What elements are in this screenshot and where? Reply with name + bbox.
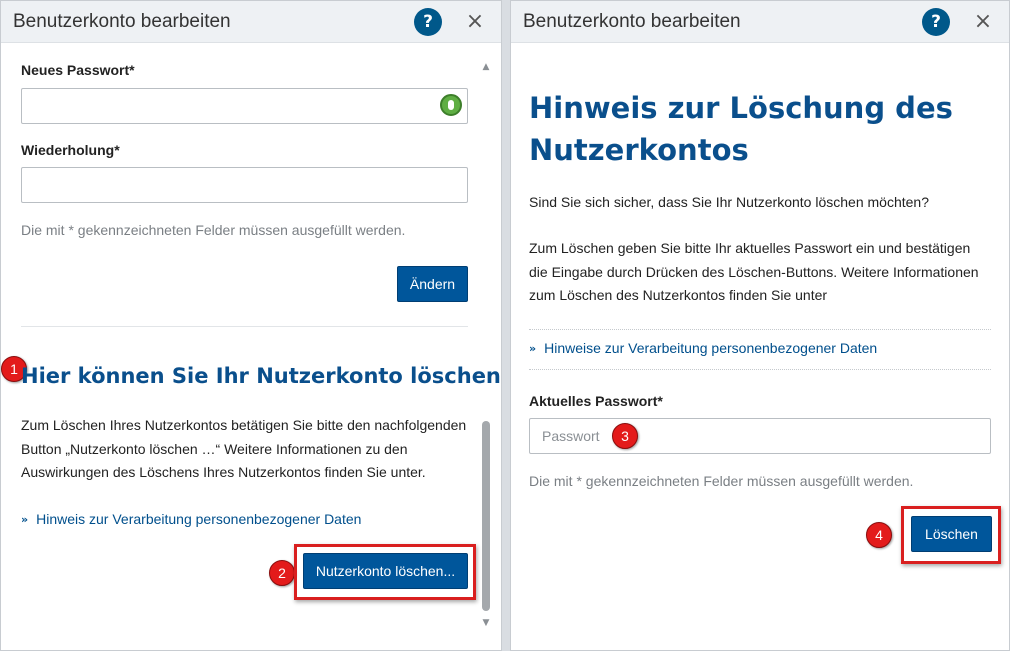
deletion-notice-heading: Hinweis zur Löschung des Nutzerkontos bbox=[529, 91, 953, 167]
privacy-info-link-label[interactable]: Hinweis zur Verarbeitung personenbezogen… bbox=[36, 511, 361, 527]
required-fields-hint: Die mit * gekennzeichneten Felder müssen… bbox=[21, 222, 406, 238]
change-button[interactable]: Ändern bbox=[397, 266, 468, 302]
dialog-titlebar: Benutzerkonto bearbeiten ? × bbox=[511, 1, 1009, 43]
delete-account-dialog-right: Benutzerkonto bearbeiten ? × Hinweis zur… bbox=[510, 0, 1010, 651]
close-icon[interactable]: × bbox=[462, 9, 488, 35]
repeat-password-label: Wiederholung* bbox=[21, 142, 120, 158]
section-divider bbox=[21, 326, 468, 327]
scroll-down-arrow-icon[interactable]: ▼ bbox=[480, 617, 492, 629]
step-marker-4: 4 bbox=[866, 522, 892, 548]
dialog-title: Benutzerkonto bearbeiten bbox=[523, 11, 741, 32]
edit-account-dialog-left: Benutzerkonto bearbeiten ? × Neues Passw… bbox=[0, 0, 502, 651]
help-icon[interactable]: ? bbox=[414, 8, 442, 36]
deletion-instructions: Zum Löschen geben Sie bitte Ihr aktuelle… bbox=[529, 240, 979, 303]
help-icon[interactable]: ? bbox=[922, 8, 950, 36]
password-manager-icon[interactable] bbox=[440, 94, 462, 116]
current-password-input[interactable] bbox=[529, 418, 991, 454]
privacy-info-link[interactable]: » Hinweis zur Verarbeitung personenbezog… bbox=[21, 511, 361, 527]
scroll-up-arrow-icon[interactable]: ▲ bbox=[480, 61, 492, 73]
delete-account-button[interactable]: Nutzerkonto löschen... bbox=[303, 553, 468, 589]
current-password-label: Aktuelles Passwort* bbox=[529, 393, 663, 409]
delete-account-description: Zum Löschen Ihres Nutzerkontos betätigen… bbox=[21, 417, 467, 480]
new-password-input[interactable] bbox=[21, 88, 468, 124]
scrollbar-thumb[interactable] bbox=[482, 421, 490, 611]
required-fields-hint: Die mit * gekennzeichneten Felder müssen… bbox=[529, 473, 914, 489]
chevron-right-icon: » bbox=[529, 341, 537, 355]
dialog-title: Benutzerkonto bearbeiten bbox=[13, 11, 231, 32]
delete-button[interactable]: Löschen bbox=[911, 516, 992, 552]
dialog-titlebar: Benutzerkonto bearbeiten ? × bbox=[1, 1, 501, 43]
privacy-info-link-label[interactable]: Hinweise zur Verarbeitung personenbezoge… bbox=[544, 340, 877, 356]
delete-account-heading: Hier können Sie Ihr Nutzerkonto löschen bbox=[21, 364, 501, 388]
new-password-label: Neues Passwort* bbox=[21, 62, 135, 78]
chevron-right-icon: » bbox=[21, 512, 29, 526]
section-divider bbox=[529, 329, 991, 330]
repeat-password-input[interactable] bbox=[21, 167, 468, 203]
scrollbar[interactable]: ▲ ▼ bbox=[480, 61, 492, 631]
step-marker-3: 3 bbox=[612, 423, 638, 449]
privacy-info-link[interactable]: » Hinweise zur Verarbeitung personenbezo… bbox=[529, 340, 877, 356]
close-icon[interactable]: × bbox=[970, 9, 996, 35]
step-marker-2: 2 bbox=[269, 560, 295, 586]
deletion-question: Sind Sie sich sicher, dass Sie Ihr Nutze… bbox=[529, 194, 929, 210]
section-divider bbox=[529, 369, 991, 370]
